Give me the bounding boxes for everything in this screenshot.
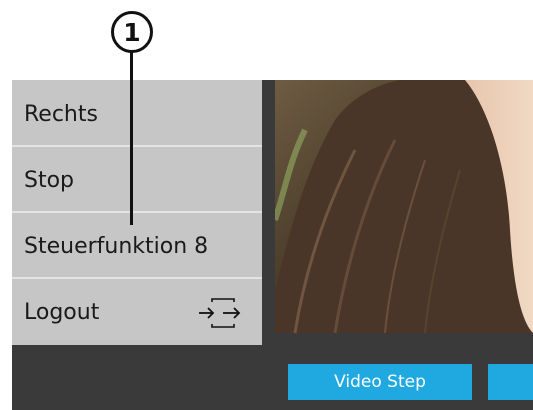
menu-item-logout[interactable]: Logout bbox=[12, 280, 262, 344]
video-feed bbox=[275, 80, 533, 333]
side-menu: Rechts Stop Steuerfunktion 8 Logout bbox=[12, 80, 262, 345]
menu-divider bbox=[12, 277, 262, 279]
menu-item-label: Stop bbox=[24, 167, 75, 193]
menu-divider bbox=[12, 211, 262, 213]
screenshot-stage: 1 Rechts Stop Steuerfunktion 8 Logout Vi… bbox=[0, 0, 533, 410]
camera-feed-image bbox=[275, 80, 533, 333]
callout-line bbox=[130, 52, 133, 225]
menu-item-stop[interactable]: Stop bbox=[12, 148, 262, 212]
video-step-button[interactable]: Video Step bbox=[288, 364, 472, 400]
menu-divider bbox=[12, 145, 262, 147]
callout-marker: 1 bbox=[111, 11, 153, 53]
device-screen: Rechts Stop Steuerfunktion 8 Logout Vide… bbox=[12, 80, 533, 410]
logout-arrows-icon bbox=[199, 298, 241, 328]
menu-item-label: Rechts bbox=[24, 101, 98, 127]
next-button[interactable] bbox=[488, 364, 533, 400]
menu-item-label: Logout bbox=[24, 299, 100, 325]
menu-item-steuerfunktion-8[interactable]: Steuerfunktion 8 bbox=[12, 214, 262, 278]
menu-item-rechts[interactable]: Rechts bbox=[12, 82, 262, 146]
menu-item-label: Steuerfunktion 8 bbox=[24, 233, 209, 259]
